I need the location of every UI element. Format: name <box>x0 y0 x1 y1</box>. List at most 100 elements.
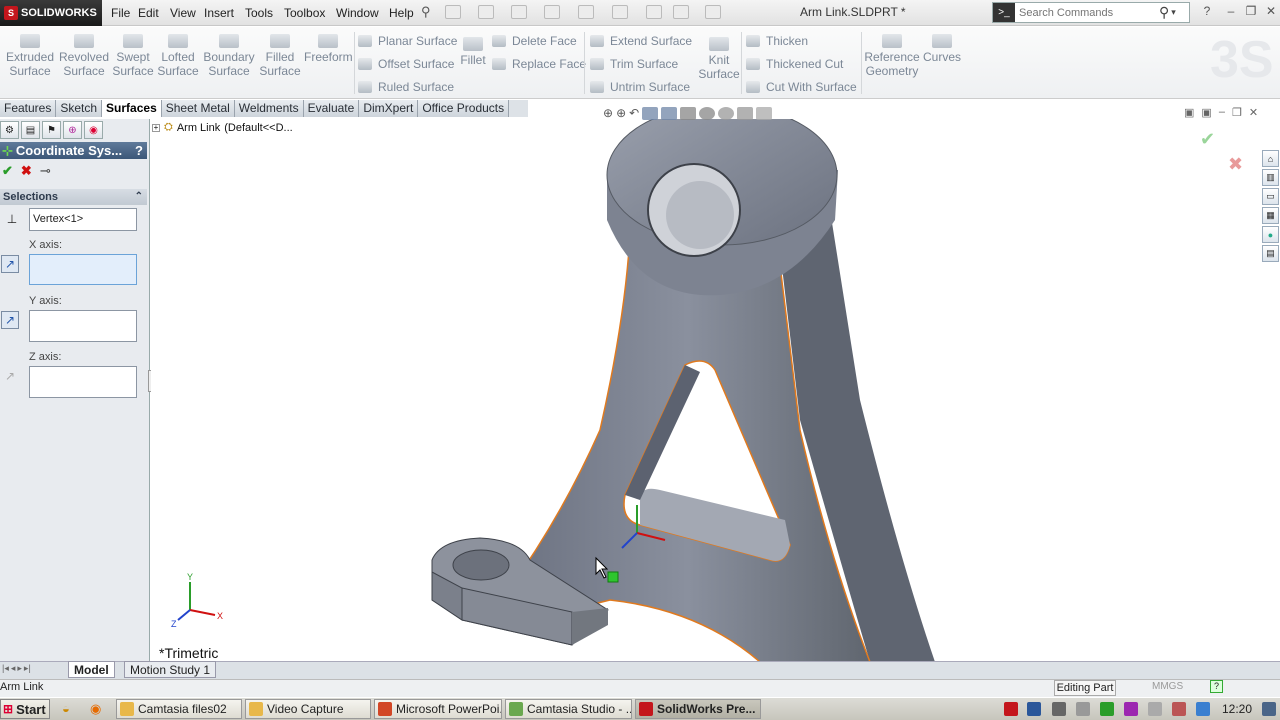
taskbar-item-video-capture[interactable]: Video Capture <box>245 699 371 719</box>
extend-surface-button[interactable]: Extend Surface <box>590 31 692 51</box>
feature-tree-root[interactable]: + ⛭ Arm Link (Default<<D... <box>152 121 293 134</box>
extruded-surface-button[interactable]: Extruded Surface <box>5 34 55 82</box>
property-manager-icon[interactable]: ▤ <box>21 121 40 139</box>
taskbar-item-camtasia-files[interactable]: Camtasia files02 <box>116 699 242 719</box>
select-icon[interactable] <box>612 5 628 19</box>
tab-office-products[interactable]: Office Products <box>418 100 510 117</box>
cancel-x-icon[interactable]: ✖ <box>21 163 32 179</box>
tray-display-icon[interactable] <box>1196 702 1210 716</box>
menu-file[interactable]: File <box>111 4 130 22</box>
tab-weldments[interactable]: Weldments <box>234 100 304 117</box>
menu-window[interactable]: Window <box>336 4 379 22</box>
menu-insert[interactable]: Insert <box>204 4 234 22</box>
y-axis-reverse-icon[interactable]: ↗ <box>1 311 19 329</box>
tray-network-icon[interactable] <box>1052 702 1066 716</box>
filled-surface-button[interactable]: Filled Surface <box>258 34 302 82</box>
help-icon[interactable]: ? <box>1198 3 1216 19</box>
tab-evaluate[interactable]: Evaluate <box>303 100 360 117</box>
last-tab-icon[interactable]: ▸| <box>24 663 31 674</box>
view-settings-icon[interactable] <box>756 106 773 120</box>
display-manager-icon[interactable]: ◉ <box>84 121 103 139</box>
tab-motion-study-1[interactable]: Motion Study 1 <box>124 661 217 678</box>
previous-tab-icon[interactable]: ◂ <box>11 663 16 674</box>
menu-help[interactable]: Help <box>389 4 414 22</box>
taskbar-clock[interactable]: 12:20 <box>1222 702 1252 716</box>
tray-flag-icon[interactable] <box>1148 702 1162 716</box>
configuration-manager-icon[interactable]: ⚑ <box>42 121 61 139</box>
search-commands[interactable]: >_ ⚲ ▾ <box>992 2 1190 23</box>
minimize-button[interactable]: – <box>1222 3 1240 19</box>
hide-show-items-icon[interactable] <box>699 106 716 120</box>
expand-plus-icon[interactable]: + <box>152 123 160 132</box>
cut-with-surface-button[interactable]: Cut With Surface <box>746 77 857 97</box>
tab-model[interactable]: Model <box>68 661 115 678</box>
menu-edit[interactable]: Edit <box>138 4 159 22</box>
z-axis-field[interactable] <box>29 366 137 398</box>
file-explorer-icon[interactable]: ▭ <box>1262 188 1279 205</box>
trim-surface-button[interactable]: Trim Surface <box>590 54 678 74</box>
ok-check-icon[interactable]: ✔ <box>2 163 13 179</box>
view-orientation-icon[interactable] <box>661 106 678 120</box>
previous-view-icon[interactable]: ↶ <box>629 106 639 120</box>
fillet-button[interactable]: Fillet <box>458 37 488 85</box>
tab-surfaces[interactable]: Surfaces <box>102 100 162 117</box>
viewport-minimize-icon[interactable]: – <box>1219 106 1225 119</box>
revolved-surface-button[interactable]: Revolved Surface <box>58 34 110 82</box>
first-tab-icon[interactable]: |◂ <box>2 663 9 674</box>
new-document-icon[interactable] <box>445 5 461 19</box>
undo-icon[interactable] <box>578 5 594 19</box>
viewport-restore-icon[interactable]: ❐ <box>1232 106 1242 119</box>
design-library-icon[interactable]: ▥ <box>1262 169 1279 186</box>
thicken-button[interactable]: Thicken <box>746 31 808 51</box>
feature-tree-icon[interactable]: ⚙ <box>0 121 19 139</box>
untrim-surface-button[interactable]: Untrim Surface <box>590 77 690 97</box>
rebuild-icon[interactable] <box>646 5 662 19</box>
view-palette-icon[interactable]: ▦ <box>1262 207 1279 224</box>
thickened-cut-button[interactable]: Thickened Cut <box>746 54 843 74</box>
y-axis-field[interactable] <box>29 310 137 342</box>
knit-surface-button[interactable]: Knit Surface <box>698 37 740 85</box>
restore-button[interactable]: ❐ <box>1242 3 1260 19</box>
x-axis-reverse-icon[interactable]: ↗ <box>1 255 19 273</box>
tab-features[interactable]: Features <box>0 100 57 117</box>
tile-view-icon[interactable]: ▣ <box>1184 106 1194 119</box>
show-desktop-icon[interactable] <box>1262 702 1276 716</box>
tray-word-icon[interactable] <box>1027 702 1041 716</box>
menu-view[interactable]: View <box>170 4 196 22</box>
print-icon[interactable] <box>544 5 560 19</box>
custom-properties-icon[interactable]: ▤ <box>1262 245 1279 262</box>
offset-surface-button[interactable]: Offset Surface <box>358 54 454 74</box>
tab-sketch[interactable]: Sketch <box>56 100 103 117</box>
next-tab-icon[interactable]: ▸ <box>17 663 22 674</box>
selections-section-header[interactable]: Selections ⌃ <box>0 189 147 205</box>
search-icon[interactable]: ⚲ <box>1159 4 1169 21</box>
x-axis-field[interactable] <box>29 254 137 285</box>
keep-visible-pin-icon[interactable]: ⊸ <box>40 163 51 179</box>
taskbar-item-powerpoint[interactable]: Microsoft PowerPoi... <box>374 699 502 719</box>
zoom-to-fit-icon[interactable]: ⊕ <box>603 106 613 120</box>
tray-solidworks-icon[interactable] <box>1004 702 1018 716</box>
section-view-icon[interactable] <box>642 106 659 120</box>
origin-field[interactable]: Vertex<1> <box>29 208 137 231</box>
lofted-surface-button[interactable]: Lofted Surface <box>156 34 200 82</box>
display-style-icon[interactable] <box>680 106 697 120</box>
collapse-chevron-icon[interactable]: ⌃ <box>135 189 143 205</box>
freeform-button[interactable]: Freeform <box>304 34 353 82</box>
tab-dimxpert[interactable]: DimXpert <box>359 100 419 117</box>
search-dropdown-icon[interactable]: ▾ <box>1171 7 1176 18</box>
tray-app-icon[interactable] <box>1124 702 1138 716</box>
save-icon[interactable] <box>511 5 527 19</box>
options-icon[interactable] <box>705 5 721 19</box>
menu-tools[interactable]: Tools <box>245 4 273 22</box>
apply-scene-icon[interactable] <box>737 106 754 120</box>
tray-volume-icon[interactable] <box>1076 702 1090 716</box>
tray-recorder-icon[interactable] <box>1100 702 1114 716</box>
ruled-surface-button[interactable]: Ruled Surface <box>358 77 454 97</box>
start-button[interactable]: ⊞ Start <box>0 699 50 719</box>
z-axis-reverse-icon[interactable]: ↗ <box>1 367 19 385</box>
delete-face-button[interactable]: Delete Face <box>492 31 577 51</box>
open-icon[interactable] <box>478 5 494 19</box>
boundary-surface-button[interactable]: Boundary Surface <box>202 34 256 82</box>
tab-sheet-metal[interactable]: Sheet Metal <box>161 100 235 117</box>
status-units[interactable]: MMGS <box>1152 681 1183 692</box>
